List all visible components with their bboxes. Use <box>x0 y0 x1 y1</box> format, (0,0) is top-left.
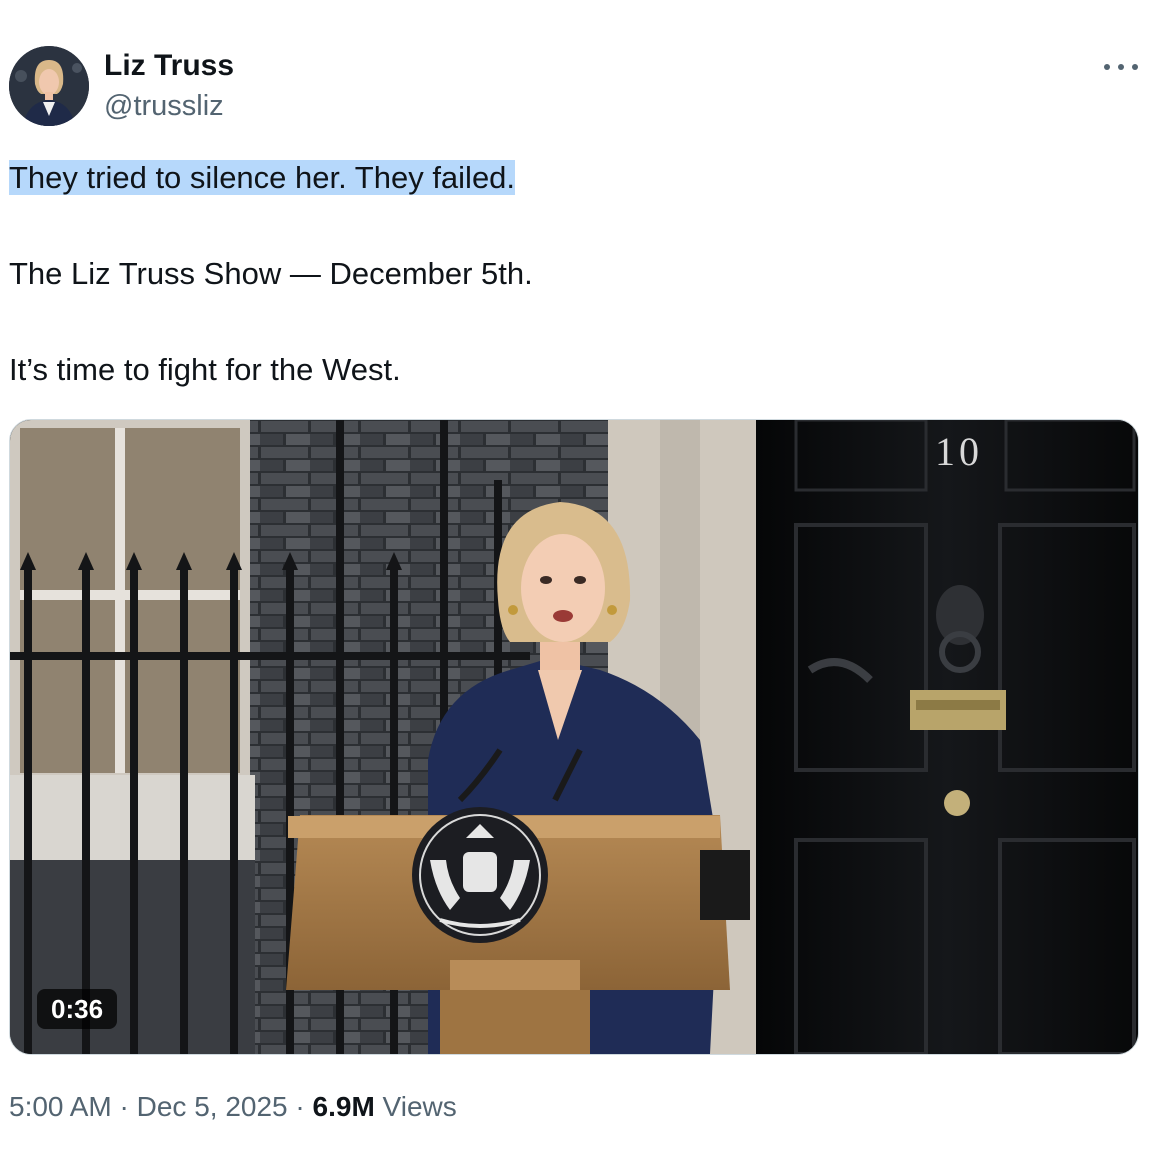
avatar[interactable] <box>9 46 89 126</box>
tweet-date[interactable]: Dec 5, 2025 <box>137 1091 288 1122</box>
selected-text: They tried to silence her. They failed. <box>9 160 516 195</box>
tweet-meta: 5:00 AM · Dec 5, 2025 · 6.9M Views <box>9 1087 457 1127</box>
tweet-text-line: They tried to silence her. They failed. <box>9 158 516 198</box>
avatar-image <box>9 46 89 126</box>
views-label[interactable]: Views <box>383 1091 457 1122</box>
door-number-text: 10 <box>935 429 983 474</box>
author-handle[interactable]: @trussliz <box>104 88 224 124</box>
tweet-text-line: It’s time to fight for the West. <box>9 352 401 387</box>
video-duration-badge: 0:36 <box>37 989 118 1029</box>
more-options-button[interactable] <box>1104 54 1138 80</box>
author-name[interactable]: Liz Truss <box>104 47 234 85</box>
ellipsis-icon-dot <box>1132 64 1138 70</box>
views-count[interactable]: 6.9M <box>313 1091 375 1122</box>
tweet-text-line: The Liz Truss Show — December 5th. <box>9 256 533 291</box>
video-thumbnail <box>10 420 1138 1054</box>
meta-separator: · <box>295 1091 305 1122</box>
ellipsis-icon-dot <box>1118 64 1124 70</box>
tweet-time[interactable]: 5:00 AM <box>9 1091 112 1122</box>
ellipsis-icon <box>1104 64 1110 70</box>
meta-separator: · <box>119 1091 129 1122</box>
video-player[interactable]: 10 0:36 <box>9 419 1139 1055</box>
